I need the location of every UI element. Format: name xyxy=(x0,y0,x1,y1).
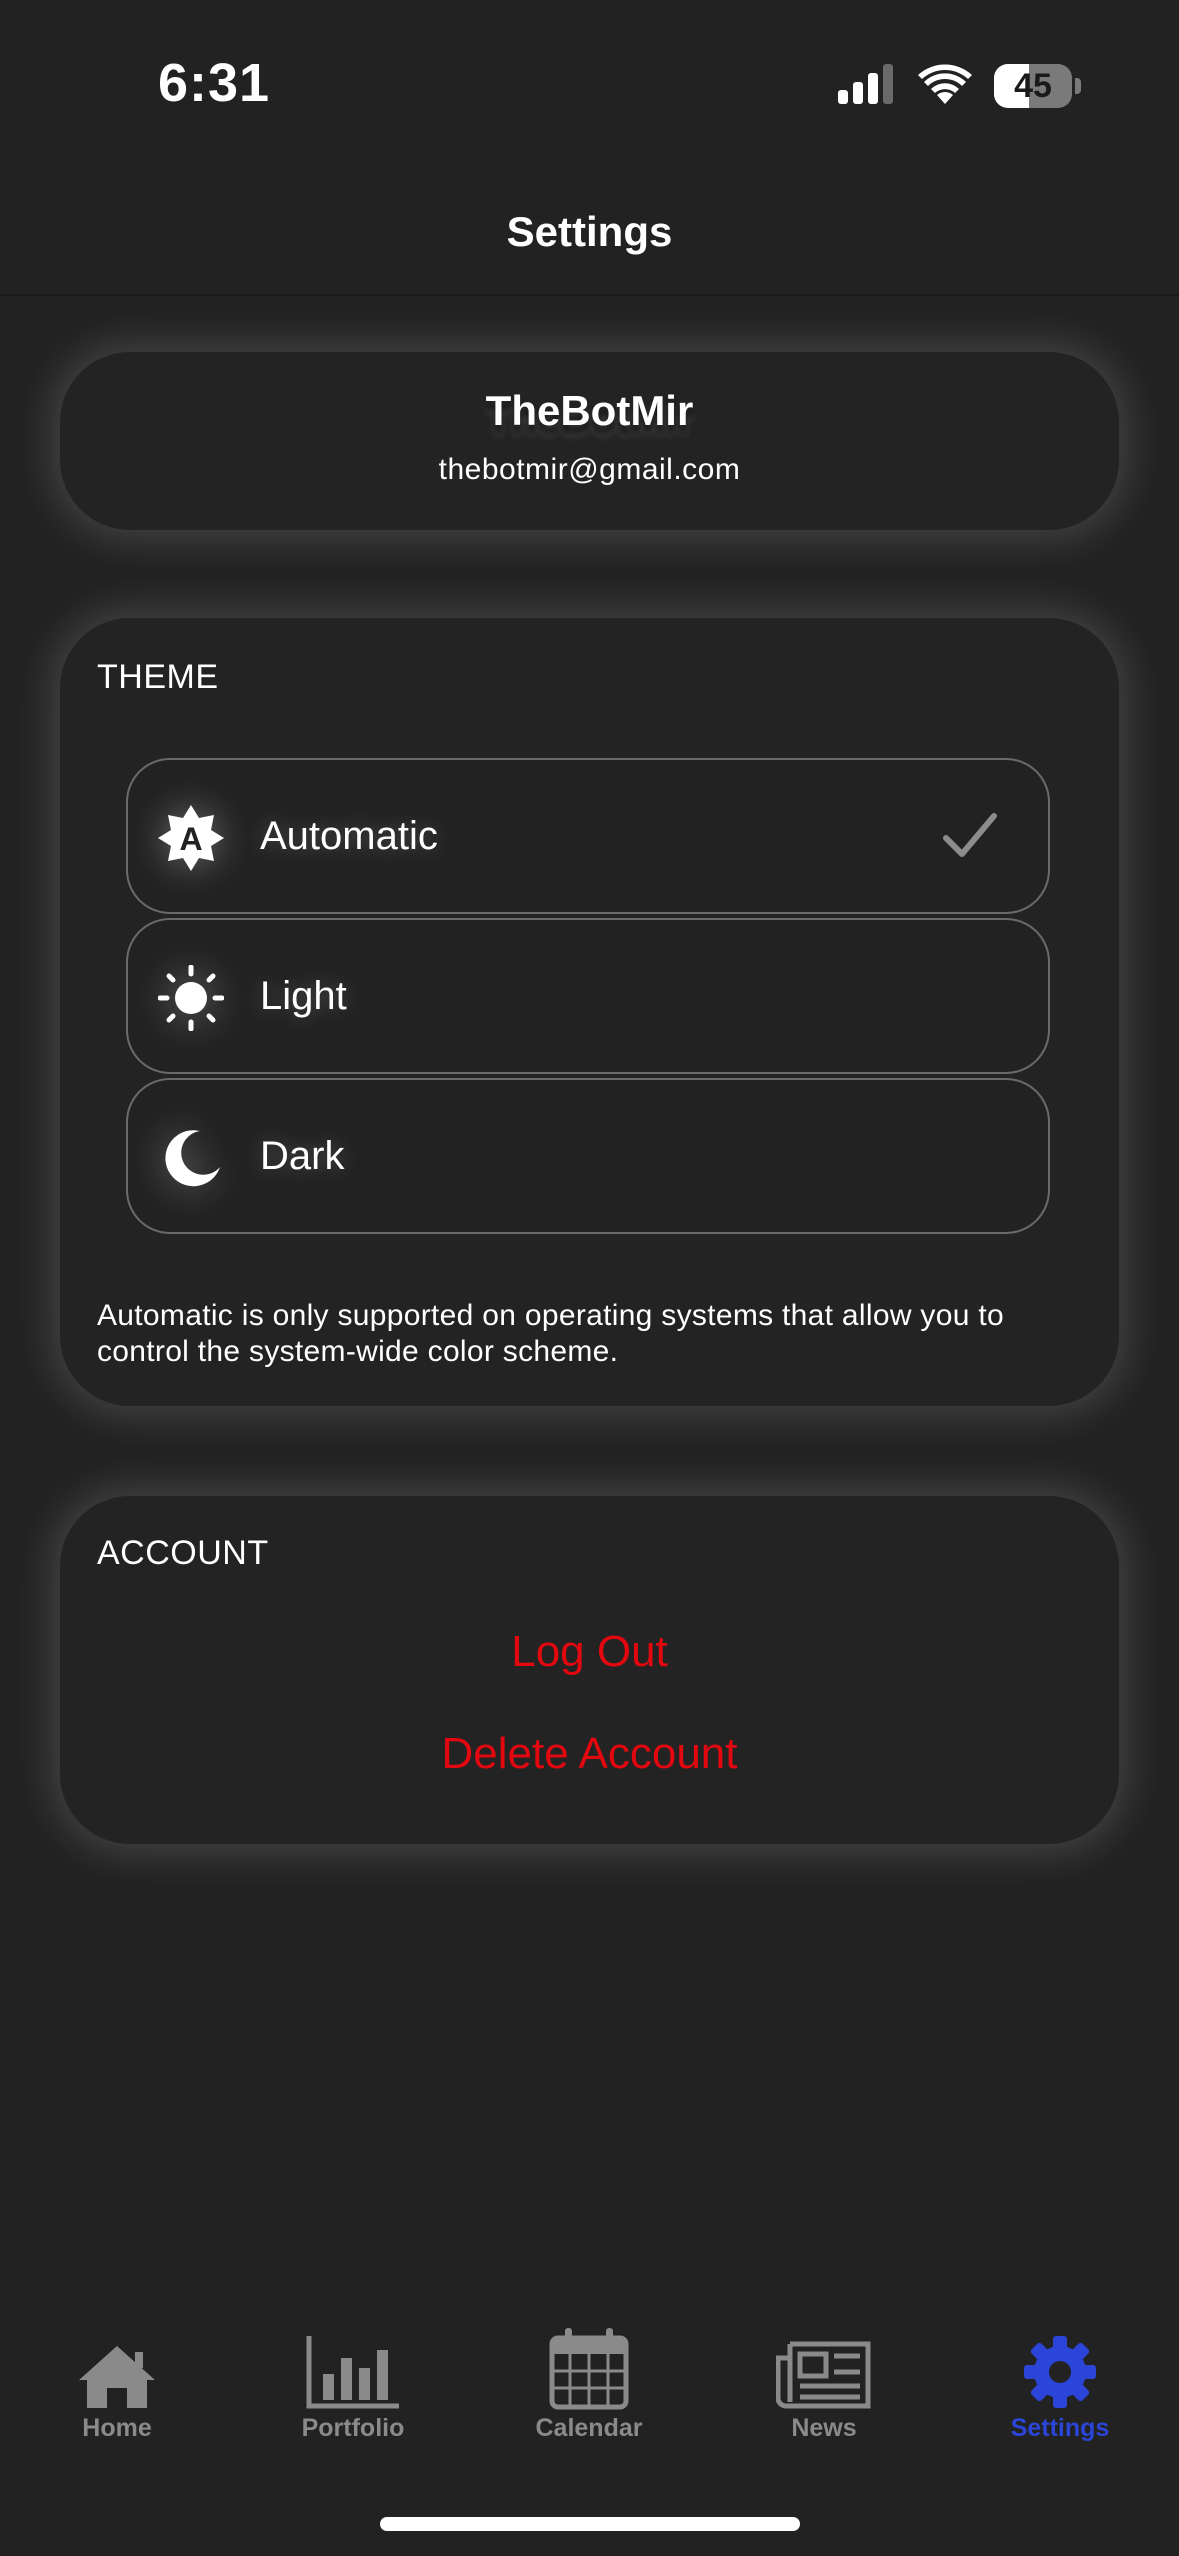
profile-email: thebotmir@gmail.com xyxy=(438,453,741,486)
battery-cap xyxy=(1075,78,1081,94)
theme-option-label: Dark xyxy=(260,1133,345,1178)
wifi-icon xyxy=(918,64,972,109)
newspaper-icon xyxy=(774,2326,874,2410)
tab-bar: Home Portfolio Calendar News Settings xyxy=(0,2316,1179,2456)
theme-option-light[interactable]: Light xyxy=(126,918,1050,1074)
status-icons: 45 xyxy=(838,62,1081,110)
signal-icon xyxy=(838,63,896,109)
tab-label: Home xyxy=(82,2414,152,2442)
tab-portfolio[interactable]: Portfolio xyxy=(253,2326,453,2443)
page-title: Settings xyxy=(506,208,673,255)
battery-icon: 45 xyxy=(994,64,1081,108)
calendar-icon xyxy=(539,2326,639,2410)
battery-body: 45 xyxy=(994,64,1072,108)
tab-label: Calendar xyxy=(535,2414,643,2442)
moon-icon xyxy=(158,1125,224,1191)
logout-button[interactable]: Log Out xyxy=(60,1626,1119,1678)
profile-card: TheBotMir thebotmir@gmail.com xyxy=(60,352,1119,530)
tab-label: News xyxy=(791,2414,857,2442)
account-card: ACCOUNT Log Out Delete Account xyxy=(60,1496,1119,1844)
status-time: 6:31 xyxy=(158,53,271,113)
svg-text:A: A xyxy=(179,821,202,857)
tab-settings[interactable]: Settings xyxy=(960,2326,1160,2443)
theme-card: THEME A Automatic Light Dark Automatic i… xyxy=(60,618,1119,1406)
battery-percent: 45 xyxy=(1014,66,1052,105)
theme-note: Automatic is only supported on operating… xyxy=(97,1299,1004,1368)
home-indicator[interactable] xyxy=(380,2517,800,2531)
tab-label: Portfolio xyxy=(301,2414,405,2442)
theme-option-dark[interactable]: Dark xyxy=(126,1078,1050,1234)
nav-header: Settings xyxy=(0,170,1179,296)
theme-option-automatic[interactable]: A Automatic xyxy=(126,758,1050,914)
bar-chart-icon xyxy=(303,2326,403,2410)
checkmark-icon xyxy=(942,810,998,862)
tab-home[interactable]: Home xyxy=(17,2326,217,2443)
auto-theme-icon: A xyxy=(158,805,224,871)
gear-icon xyxy=(1010,2326,1110,2410)
sun-icon xyxy=(158,965,224,1031)
theme-option-label: Automatic xyxy=(260,813,438,858)
status-bar: 6:31 45 xyxy=(0,0,1179,170)
tab-news[interactable]: News xyxy=(724,2326,924,2443)
profile-name: TheBotMir xyxy=(485,387,694,434)
delete-account-button[interactable]: Delete Account xyxy=(60,1728,1119,1780)
account-section-label: ACCOUNT xyxy=(97,1534,269,1572)
tab-label: Settings xyxy=(1010,2414,1110,2442)
tab-calendar[interactable]: Calendar xyxy=(489,2326,689,2443)
home-icon xyxy=(67,2326,167,2410)
theme-section-label: THEME xyxy=(97,658,219,696)
theme-option-label: Light xyxy=(260,973,347,1018)
